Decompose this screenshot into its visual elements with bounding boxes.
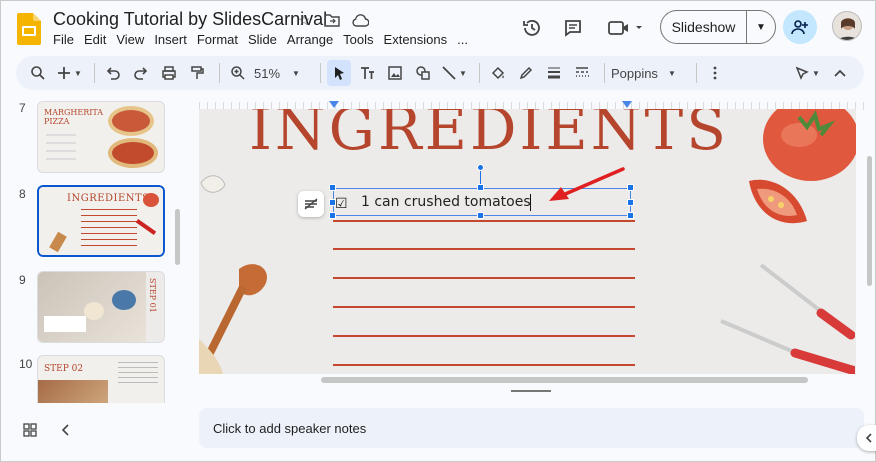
garlic-illustration [200,175,226,193]
slide-title[interactable]: INGREDIENTS [249,109,729,163]
thumb-title: STEP 02 [44,364,84,374]
tongs-illustration [720,263,855,374]
text-box-icon[interactable] [355,60,379,86]
indent-marker-icon[interactable] [329,101,339,109]
strikethrough-icon [304,198,318,210]
comments-icon[interactable] [562,17,584,39]
fill-color-icon[interactable] [486,60,510,86]
resize-handle[interactable] [477,212,484,219]
menu-format[interactable]: Format [197,32,246,47]
slides-logo-icon[interactable] [17,13,41,45]
collapse-filmstrip-icon[interactable] [59,423,73,442]
checkbox-bullet-icon[interactable]: ☑ [335,195,348,212]
slide-filmstrip: 7 MARGHERITA PIZZA 8 INGREDIENTS 9 STEP … [1,93,185,403]
wooden-spoon-illustration [199,264,267,374]
meet-video-icon[interactable] [607,17,645,39]
menu-arrange[interactable]: Arrange [287,32,341,47]
list-line [333,277,635,279]
zoom-chevron-down-icon[interactable]: ▼ [292,69,300,78]
filmstrip-scrollbar[interactable] [175,209,180,265]
editing-mode-icon[interactable]: ▼ [790,60,824,86]
shape-icon[interactable] [411,60,435,86]
line-icon[interactable]: ▼ [439,60,469,86]
thumb-title: STEP 01 [148,278,157,313]
grid-view-icon[interactable] [23,423,37,442]
resize-handle[interactable] [329,184,336,191]
slide-number: 8 [19,187,26,201]
avatar[interactable] [832,11,862,41]
undo-icon[interactable] [101,60,125,86]
menu-edit[interactable]: Edit [84,32,114,47]
cloud-saved-icon[interactable] [351,11,369,29]
speaker-notes-placeholder: Click to add speaker notes [213,420,367,436]
text-cursor [530,194,531,211]
slide-number: 10 [19,357,33,371]
slide-thumbnail-9[interactable]: STEP 01 [37,271,165,343]
slide-number: 7 [19,101,26,115]
resize-handle[interactable] [627,184,634,191]
menu-extensions[interactable]: Extensions [384,32,456,47]
font-chevron-down-icon[interactable]: ▼ [668,69,676,78]
list-line [333,306,635,308]
slide-thumbnail-7[interactable]: MARGHERITA PIZZA [37,101,165,173]
slideshow-label[interactable]: Slideshow [661,11,747,43]
speaker-notes-field[interactable]: Click to add speaker notes [199,408,864,448]
menu-bar: File Edit View Insert Format Slide Arran… [53,32,478,47]
border-color-icon[interactable] [514,60,538,86]
slide-number: 9 [19,273,26,287]
resize-handle[interactable] [329,212,336,219]
add-person-share-button[interactable] [783,10,817,44]
resize-handle[interactable] [477,184,484,191]
menu-more[interactable]: ... [457,32,476,47]
more-options-icon[interactable] [703,60,727,86]
list-line [333,220,635,222]
indent-marker-icon[interactable] [622,101,632,109]
thumb-title: INGREDIENTS [67,193,150,204]
menu-tools[interactable]: Tools [343,32,381,47]
thumb-title: MARGHERITA PIZZA [44,108,104,126]
star-icon[interactable]: ☆ [295,11,313,29]
menu-insert[interactable]: Insert [154,32,195,47]
insert-image-icon[interactable] [383,60,407,86]
canvas-horizontal-scrollbar[interactable] [321,377,808,383]
new-slide-icon[interactable]: ▼ [54,60,84,86]
select-cursor-icon[interactable] [326,60,351,86]
resize-handle[interactable] [627,199,634,206]
search-menus-icon[interactable] [26,60,50,86]
paint-format-icon[interactable] [185,60,209,86]
menu-file[interactable]: File [53,32,82,47]
move-to-folder-icon[interactable] [323,11,341,29]
zoom-icon[interactable] [226,60,250,86]
notes-resize-handle[interactable] [511,390,551,392]
side-panel-toggle-icon[interactable] [857,425,876,451]
list-line [333,248,635,250]
menu-slide[interactable]: Slide [248,32,285,47]
slideshow-button[interactable]: Slideshow ▼ [660,10,776,44]
clear-formatting-button[interactable] [298,191,324,217]
list-line [333,364,635,366]
document-title[interactable]: Cooking Tutorial by SlidesCarnival [53,9,327,30]
canvas-vertical-scrollbar[interactable] [867,156,872,286]
list-line [333,335,635,337]
resize-handle[interactable] [627,212,634,219]
border-weight-icon[interactable] [542,60,566,86]
annotation-arrow-icon [549,167,625,201]
version-history-icon[interactable] [521,17,543,39]
slide-thumbnail-10[interactable]: STEP 02 [37,355,165,403]
font-select[interactable]: Poppins [611,66,658,81]
print-icon[interactable] [157,60,181,86]
chevron-down-icon[interactable]: ▼ [747,22,775,33]
zoom-select[interactable]: 51% [254,66,280,81]
person-add-icon [791,20,808,35]
rotate-handle[interactable] [477,164,484,171]
border-dash-icon[interactable] [570,60,594,86]
tomato-slice-illustration [749,179,807,224]
redo-icon[interactable] [129,60,153,86]
menu-view[interactable]: View [116,32,152,47]
slide-thumbnail-8[interactable]: INGREDIENTS [36,184,166,258]
textbox-text[interactable]: 1 can crushed tomatoes [361,194,531,210]
toolbar: ▼ 51% ▼ ▼ Poppins ▼ ▼ [16,56,864,90]
collapse-toolbar-icon[interactable] [828,60,852,86]
